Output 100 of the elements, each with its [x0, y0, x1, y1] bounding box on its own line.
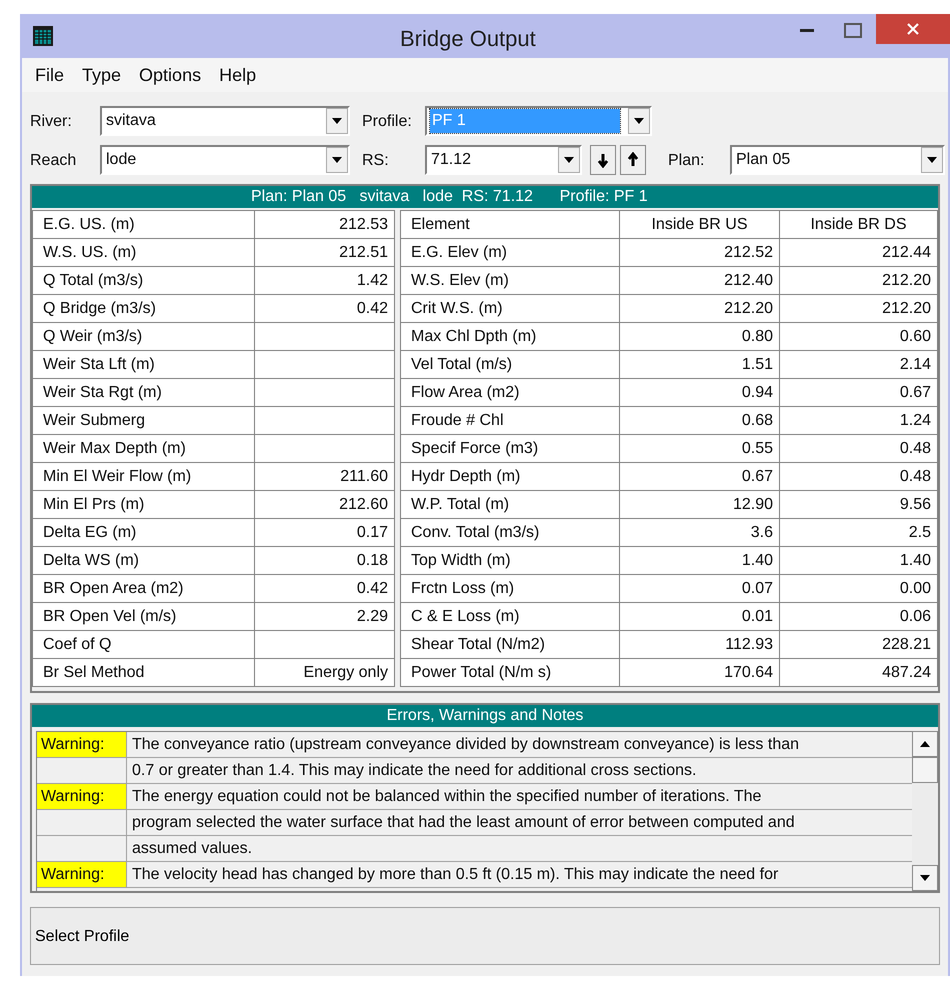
- table-cell: Q Bridge (m3/s): [33, 295, 255, 323]
- menu-item[interactable]: Options: [139, 62, 202, 88]
- minimize-icon: [800, 28, 814, 32]
- table-cell: BR Open Vel (m/s): [33, 603, 255, 631]
- table-cell: Specif Force (m3): [401, 435, 620, 463]
- table-cell: 0.67: [620, 463, 780, 491]
- table-cell: 0.01: [620, 603, 780, 631]
- warning-text: The velocity head has changed by more than 0.5 ft (0.15 m). This may indicate the need for: [127, 862, 912, 888]
- dropdown[interactable]: 71.12: [425, 145, 582, 175]
- field-label: Profile:: [362, 112, 412, 132]
- table-cell: 9.56: [780, 491, 938, 519]
- field-label: Plan:: [668, 151, 704, 171]
- table-cell: 1.42: [255, 267, 395, 295]
- up-arrow-button[interactable]: [620, 145, 646, 175]
- caret-icon: [634, 118, 644, 124]
- table-cell: Min El Prs (m): [33, 491, 255, 519]
- table-cell: 2.14: [780, 351, 938, 379]
- table-cell: 0.60: [780, 323, 938, 351]
- table-cell: 1.40: [780, 547, 938, 575]
- table-cell: 1.51: [620, 351, 780, 379]
- menu-item[interactable]: Type: [82, 62, 122, 88]
- column-header: Inside BR DS: [780, 211, 938, 239]
- field-label: Reach: [30, 151, 76, 171]
- warning-text: 0.7 or greater than 1.4. This may indicate the need for additional cross sections.: [127, 758, 912, 784]
- warning-text: program selected the water surface that had the least amount of error between computed and: [127, 810, 912, 836]
- up-arrow-icon: [920, 741, 930, 747]
- column-header: Element: [401, 211, 620, 239]
- field-label: River:: [30, 112, 72, 132]
- caret-icon: [332, 157, 342, 163]
- table-cell: 212.44: [780, 239, 938, 267]
- table-cell: 1.24: [780, 407, 938, 435]
- scroll-down-button[interactable]: [912, 865, 938, 891]
- table-cell: 0.80: [620, 323, 780, 351]
- table-cell: 212.53: [255, 211, 395, 239]
- caret-icon: [927, 157, 937, 163]
- table-cell: BR Open Area (m2): [33, 575, 255, 603]
- table-cell: Q Weir (m3/s): [33, 323, 255, 351]
- close-button[interactable]: [876, 14, 950, 44]
- warning-text: The energy equation could not be balanced within the specified number of iterations. The: [127, 784, 912, 810]
- table-cell: Br Sel Method: [33, 659, 255, 687]
- table-cell: Energy only: [255, 659, 395, 687]
- dropdown[interactable]: svitava: [100, 106, 350, 136]
- table-cell: 0.68: [620, 407, 780, 435]
- table-cell: Delta EG (m): [33, 519, 255, 547]
- table-cell: Vel Total (m/s): [401, 351, 620, 379]
- warning-text: The conveyance ratio (upstream conveyance divided by downstream conveyance) is less than: [127, 732, 912, 758]
- table-cell: Hydr Depth (m): [401, 463, 620, 491]
- table-cell: E.G. US. (m): [33, 211, 255, 239]
- close-icon: [907, 23, 919, 35]
- up-arrow-icon: [627, 152, 639, 168]
- table-cell: 2.29: [255, 603, 395, 631]
- menu-item[interactable]: File: [35, 62, 64, 88]
- table-cell: Froude # Chl: [401, 407, 620, 435]
- table-cell: 1.40: [620, 547, 780, 575]
- table-cell: 170.64: [620, 659, 780, 687]
- table-cell: 0.18: [255, 547, 395, 575]
- down-arrow-icon: [597, 152, 609, 168]
- scrollbar[interactable]: [912, 731, 938, 891]
- warning-text: assumed values.: [127, 836, 912, 862]
- table-cell: 212.20: [780, 267, 938, 295]
- table-cell: 212.20: [620, 295, 780, 323]
- table-cell: C & E Loss (m): [401, 603, 620, 631]
- table-cell: Delta WS (m): [33, 547, 255, 575]
- scroll-thumb[interactable]: [912, 757, 938, 783]
- table-cell: 211.60: [255, 463, 395, 491]
- table-cell: Weir Max Depth (m): [33, 435, 255, 463]
- warning-label: Warning:: [37, 784, 127, 810]
- table-cell: Weir Sta Lft (m): [33, 351, 255, 379]
- table-cell: 212.52: [620, 239, 780, 267]
- maximize-icon: [844, 22, 862, 38]
- dropdown[interactable]: Plan 05: [730, 145, 945, 175]
- table-cell: 228.21: [780, 631, 938, 659]
- table-cell: Crit W.S. (m): [401, 295, 620, 323]
- table-cell: Min El Weir Flow (m): [33, 463, 255, 491]
- table-cell: 212.51: [255, 239, 395, 267]
- table-cell: 0.00: [780, 575, 938, 603]
- table-cell: 487.24: [780, 659, 938, 687]
- menu-item[interactable]: Help: [219, 62, 256, 88]
- table-cell: Q Total (m3/s): [33, 267, 255, 295]
- table-cell: Conv. Total (m3/s): [401, 519, 620, 547]
- down-arrow-button[interactable]: [590, 145, 616, 175]
- table-cell: E.G. Elev (m): [401, 239, 620, 267]
- table-cell: Flow Area (m2): [401, 379, 620, 407]
- table-cell: Top Width (m): [401, 547, 620, 575]
- table-cell: Coef of Q: [33, 631, 255, 659]
- table-cell: 212.20: [780, 295, 938, 323]
- table-cell: 212.40: [620, 267, 780, 295]
- caret-icon: [564, 157, 574, 163]
- dropdown[interactable]: lode: [100, 145, 350, 175]
- scroll-up-button[interactable]: [912, 731, 938, 757]
- table-cell: 112.93: [620, 631, 780, 659]
- table-cell: 212.60: [255, 491, 395, 519]
- table-cell: Weir Submerg: [33, 407, 255, 435]
- column-header: Inside BR US: [620, 211, 780, 239]
- table-cell: Max Chl Dpth (m): [401, 323, 620, 351]
- status-bar: Select Profile: [30, 907, 940, 965]
- notes-header: Errors, Warnings and Notes: [32, 705, 938, 727]
- warning-label: Warning:: [37, 732, 127, 758]
- table-cell: Shear Total (N/m2): [401, 631, 620, 659]
- table-cell: 0.07: [620, 575, 780, 603]
